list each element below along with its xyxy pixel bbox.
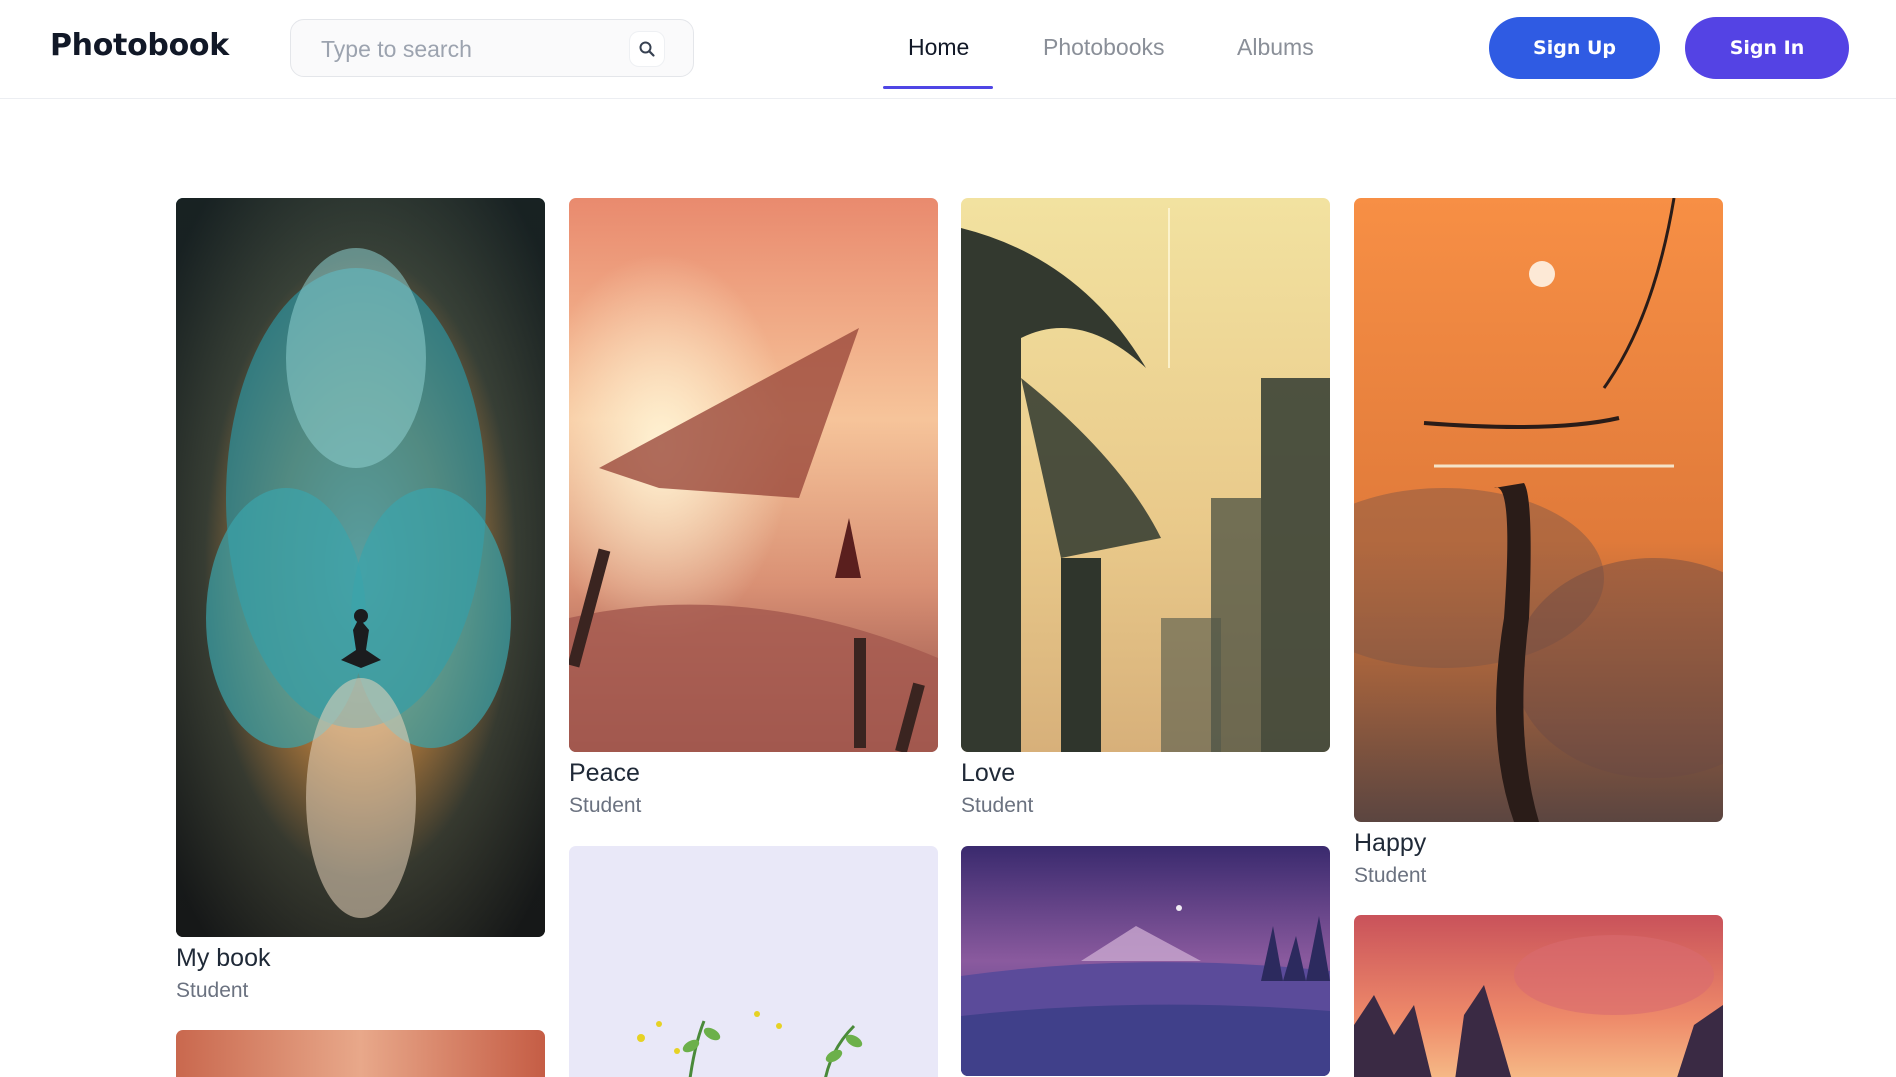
card-image[interactable] xyxy=(569,198,938,752)
photobook-card[interactable] xyxy=(1354,915,1723,1077)
nav-home[interactable]: Home xyxy=(908,34,969,61)
nav-albums[interactable]: Albums xyxy=(1237,34,1314,61)
card-image[interactable] xyxy=(961,846,1330,1076)
photobook-card[interactable]: My book Student xyxy=(176,198,545,1008)
photobook-card[interactable] xyxy=(569,846,938,1077)
card-image[interactable] xyxy=(176,198,545,937)
card-image[interactable] xyxy=(1354,198,1723,822)
card-image[interactable] xyxy=(961,198,1330,752)
site-logo[interactable]: Photobook xyxy=(50,28,229,63)
search-button[interactable] xyxy=(629,31,665,67)
search-input[interactable] xyxy=(321,32,621,66)
card-author: Student xyxy=(961,794,1034,817)
sign-up-button[interactable]: Sign Up xyxy=(1489,17,1660,79)
card-title: My book xyxy=(176,944,271,972)
photobook-card[interactable] xyxy=(961,846,1330,1076)
top-navbar: Photobook Home Photobooks Albums Sign Up… xyxy=(0,0,1896,99)
photobook-card[interactable]: Love Student xyxy=(961,198,1330,823)
card-image[interactable] xyxy=(1354,915,1723,1077)
card-image[interactable] xyxy=(176,1030,545,1077)
card-image[interactable] xyxy=(569,846,938,1077)
card-title: Happy xyxy=(1354,829,1427,857)
photobook-card[interactable]: Happy Student xyxy=(1354,198,1723,893)
card-title: Peace xyxy=(569,759,640,787)
sign-in-button[interactable]: Sign In xyxy=(1685,17,1849,79)
card-author: Student xyxy=(176,979,249,1002)
photobook-card[interactable] xyxy=(176,1030,545,1077)
active-nav-indicator xyxy=(883,86,993,89)
search-icon xyxy=(639,41,655,57)
card-title: Love xyxy=(961,759,1016,787)
card-author: Student xyxy=(569,794,642,817)
search-box xyxy=(290,19,694,77)
card-author: Student xyxy=(1354,864,1427,887)
nav-photobooks[interactable]: Photobooks xyxy=(1043,34,1164,61)
photobook-card[interactable]: Peace Student xyxy=(569,198,938,823)
